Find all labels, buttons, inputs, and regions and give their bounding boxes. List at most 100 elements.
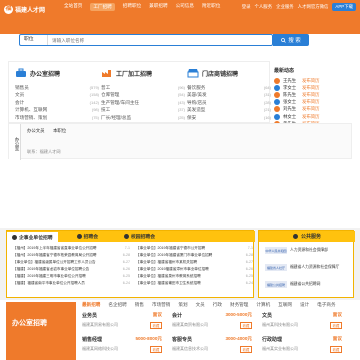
job-card[interactable]: 会计 3000-5000元 福建某商贸有限公司 收藏 <box>172 312 254 334</box>
nav-item[interactable]: 兼职招聘 <box>149 3 167 11</box>
category-row[interactable]: 仓库管理 (54) <box>101 91 185 98</box>
tab-job-fair[interactable]: 招聘会 <box>72 231 103 242</box>
hot-link[interactable]: 司机 <box>126 49 135 55</box>
office-tab[interactable]: 财务管理 <box>230 302 248 308</box>
hot-link[interactable]: 销售 <box>47 49 56 55</box>
office-tab[interactable]: 设计 <box>300 302 309 308</box>
category-title: 工厂加工招聘 <box>116 71 153 78</box>
news-item[interactable]: 【事业单位】福建省莆田市卫生系统招聘 6-24 <box>136 280 253 287</box>
category-row[interactable]: 生产管理/车间主任 (43) <box>101 99 185 106</box>
nav-item[interactable]: 全站首页 <box>64 3 82 11</box>
favorite-button[interactable]: 收藏 <box>150 346 162 353</box>
favorite-button[interactable]: 收藏 <box>150 322 162 329</box>
favorite-button[interactable]: 收藏 <box>240 346 252 353</box>
news-item[interactable]: 【福建】福建省南平市事业单位公开招聘人员 6-24 <box>13 280 130 287</box>
office-banner[interactable]: 办公室招聘 <box>6 302 76 360</box>
latest-row[interactable]: 王先生 发布简历 <box>272 77 352 84</box>
news-item[interactable]: 【事业单位】2019年福建省厦门市事业单位招聘 6-28 <box>136 252 253 259</box>
profile-sub2[interactable]: 本职位 <box>53 128 66 134</box>
category-factory: 工厂加工招聘 普工 (96) 仓库管理 (54) 生产管理/车间主任 (43) 技工(… <box>101 68 185 121</box>
wechat-link[interactable]: 人才网官方微信 <box>298 4 329 10</box>
office-tab[interactable]: 行政 <box>213 302 222 308</box>
latest-row[interactable]: 林女士 发布简历 <box>272 113 352 120</box>
hot-links-label: 热门职位： <box>18 49 40 54</box>
job-card[interactable]: 销售经理 5000-8000元 福建某网络科技公司 收藏 <box>82 336 164 358</box>
hot-link[interactable]: 设计 <box>142 49 151 55</box>
hot-link[interactable]: 技工 <box>173 49 182 55</box>
category-row[interactable]: 普工 (96) <box>101 84 185 91</box>
category-row[interactable]: 餐饮服务 (64) <box>187 84 271 91</box>
news-item[interactable]: 【福建】2019年福建三明市事业单位公开招聘 6-25 <box>13 273 130 280</box>
top-links: 登录 个人服务 企业服务 人才网官方微信 APP下载 <box>242 3 356 11</box>
office-tab[interactable]: 电子商务 <box>317 302 335 308</box>
building-icon <box>12 234 17 240</box>
category-row[interactable]: 美发造型 (21) <box>187 106 271 113</box>
public-service-link[interactable]: 福建省人社厅 福建省人力资源和社会保障厅 <box>265 264 339 271</box>
favorite-button[interactable]: 收藏 <box>240 322 252 329</box>
category-row[interactable]: 计算机、互联网 (98) <box>15 106 99 113</box>
site-logo[interactable]: 福 福建人才网 <box>4 4 60 14</box>
office-tab[interactable]: 文员 <box>196 302 205 308</box>
office-tab[interactable]: 销售 <box>135 302 144 308</box>
category-row[interactable]: 导购/店员 (28) <box>187 99 271 106</box>
office-tab[interactable]: 互联网 <box>278 302 292 308</box>
category-row[interactable]: 保安 (16) <box>187 114 271 121</box>
personal-service-link[interactable]: 个人服务 <box>255 4 273 10</box>
login-link[interactable]: 登录 <box>242 4 251 10</box>
hot-link[interactable]: 行政 <box>158 49 167 55</box>
hot-link[interactable]: 会计 <box>94 49 103 55</box>
tab-campus-fair[interactable]: 校园招聘会 <box>119 231 160 242</box>
latest-row[interactable]: 陈先生 发布简历 <box>272 91 352 98</box>
public-service-link[interactable]: 福建公共招聘 福建省公共招聘网 <box>265 281 320 288</box>
search-button[interactable]: 搜 索 <box>273 34 309 46</box>
search-input[interactable] <box>48 35 272 45</box>
news-item[interactable]: 【事业单位】2019福建省漳州市事业单位招聘 6-26 <box>136 266 253 273</box>
category-row[interactable]: 文员 (158) <box>15 91 99 98</box>
tab-enterprise[interactable]: 企事业单位招聘 <box>7 232 58 242</box>
category-row[interactable]: 美容/美发 (31) <box>187 91 271 98</box>
public-service-link[interactable]: 中华人民共和国 人力资源和社会保障部 <box>265 247 328 254</box>
office-tab[interactable]: 计算机 <box>256 302 270 308</box>
hot-link[interactable]: 客服 <box>110 49 119 55</box>
category-header: 门店商铺招聘 <box>187 68 271 78</box>
category-row[interactable]: 销售员 (579) <box>15 84 99 91</box>
news-item[interactable]: 【事业单位】福建省级属单位公开招聘工作人员公告 6-27 <box>13 259 130 266</box>
nav-item[interactable]: 附近职位 <box>202 3 220 11</box>
hot-link[interactable]: 普工 <box>63 49 72 55</box>
office-tab-active[interactable]: 最新招聘 <box>82 302 100 308</box>
nav-item[interactable]: 招聘职位 <box>123 3 141 11</box>
category-row[interactable]: 技工 (37) <box>101 106 185 113</box>
job-card[interactable]: 业务员 面议 福建某贸易有限公司 收藏 <box>82 312 164 334</box>
job-card[interactable]: 文员 面议 福州某科技有限公司 收藏 <box>262 312 344 334</box>
search-type-select[interactable]: 职位 <box>20 35 48 45</box>
favorite-button[interactable]: 收藏 <box>330 346 342 353</box>
latest-row[interactable]: 张女士 发布简历 <box>272 99 352 106</box>
category-row[interactable]: 厂长/经理/总监 (25) <box>101 114 185 121</box>
news-item[interactable]: 【事业单位】福建省泉州市教育系统招聘 6-25 <box>136 273 253 280</box>
hot-link[interactable]: 文员 <box>79 49 88 55</box>
enterprise-service-link[interactable]: 企业服务 <box>276 4 294 10</box>
job-card[interactable]: 行政助理 面议 福州某实业有限公司 收藏 <box>262 336 344 358</box>
news-item[interactable]: 【福州】2019年上半年福建省省直事业单位公开招聘 7-1 <box>13 245 130 252</box>
category-row[interactable]: 会计 (142) <box>15 99 99 106</box>
latest-row[interactable]: 刘先生 发布简历 <box>272 106 352 113</box>
office-tab[interactable]: 名企招聘 <box>108 302 126 308</box>
office-tab[interactable]: 策划 <box>178 302 187 308</box>
search-button-label: 搜 索 <box>288 38 301 44</box>
news-item[interactable]: 【事业单位】2019年福建省宁德市公开招聘 7-1 <box>136 245 253 252</box>
hot-links-row: 热门职位： 销售 普工 文员 会计 客服 司机 设计 行政 技工 其他 <box>18 49 198 55</box>
nav-item[interactable]: 公司信息 <box>176 3 194 11</box>
app-download-link[interactable]: APP下载 <box>332 3 356 11</box>
profile-sub[interactable]: 办公文员 <box>27 128 45 134</box>
office-tab[interactable]: 市场营销 <box>152 302 170 308</box>
news-item[interactable]: 【福州】2019年福建省宁德市柘荣县教育局公开招聘 6-28 <box>13 252 130 259</box>
hot-link[interactable]: 其他 <box>189 49 198 55</box>
category-row[interactable]: 市场营销、策划 (75) <box>15 114 99 121</box>
category-panel: 办公室招聘 销售员 (579) 文员 (158) 会计 (142) 计算机、互联网 (9… <box>8 61 271 123</box>
news-item[interactable]: 【福建】2019年福建省龙岩市事业单位招聘公告 6-26 <box>13 266 130 273</box>
latest-row[interactable]: 李女士 发布简历 <box>272 84 352 91</box>
favorite-button[interactable]: 收藏 <box>330 322 342 329</box>
job-card[interactable]: 客服专员 3000-4000元 福建某信息技术公司 收藏 <box>172 336 254 358</box>
news-item[interactable]: 【事业单位】福建省福州市某机关招聘 6-27 <box>136 259 253 266</box>
nav-item-active[interactable]: 工厂招聘 <box>90 3 115 11</box>
